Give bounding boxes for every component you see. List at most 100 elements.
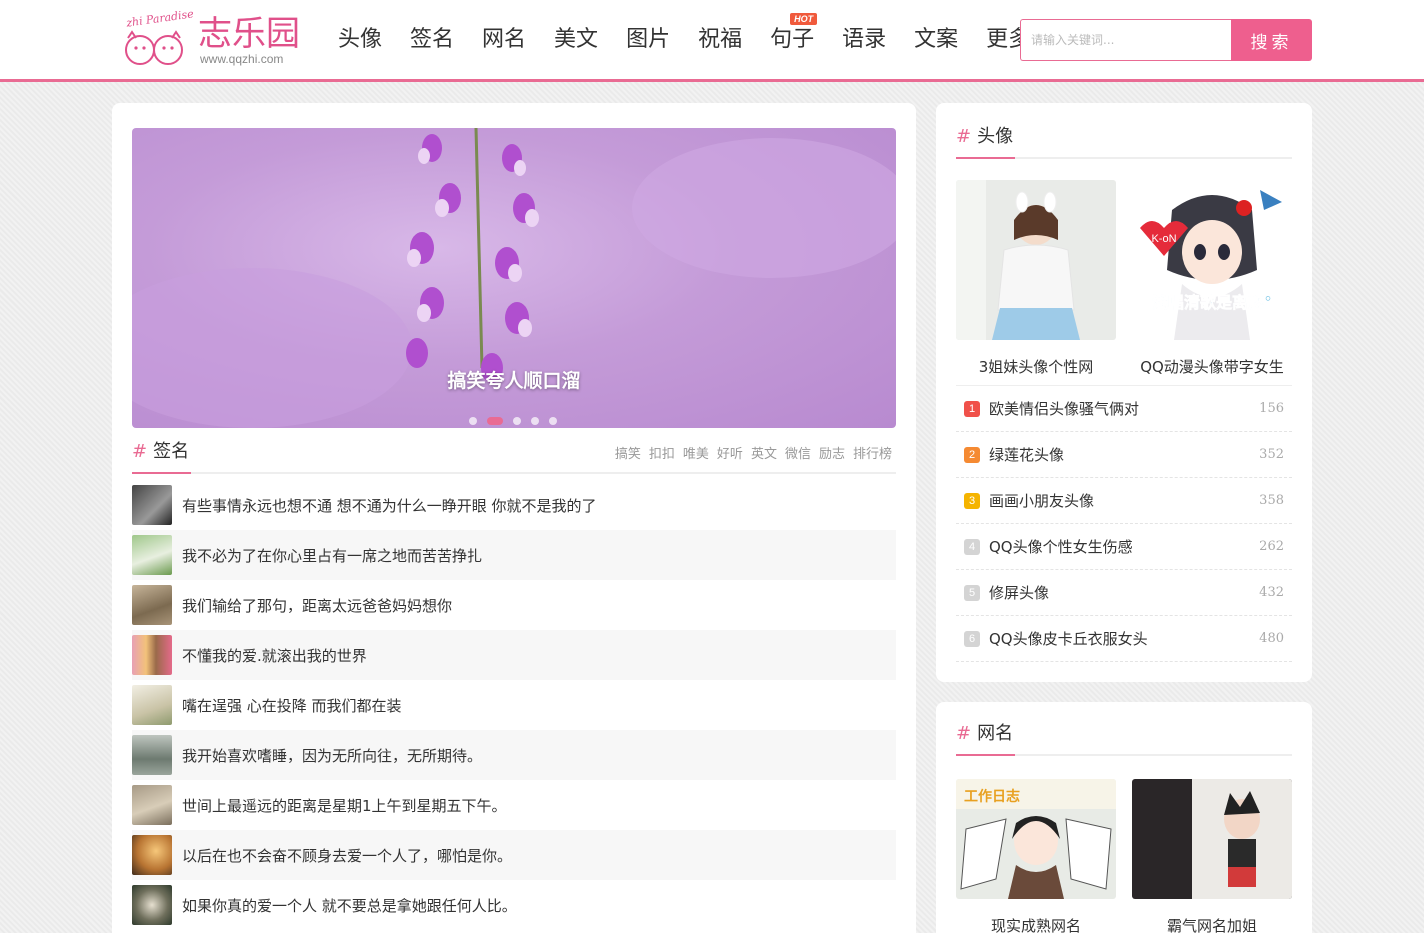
badge-text: K-oN (1151, 233, 1176, 245)
thumbnail (132, 635, 172, 675)
logo-english: zhi Paradise (125, 7, 195, 30)
list-item[interactable]: 3 画画小朋友头像 358 (956, 478, 1292, 524)
signature-text[interactable]: 嘴在逞强 心在投降 而我们都在装 (182, 695, 402, 716)
view-count: 156 (1259, 401, 1284, 416)
nav-item-quotes[interactable]: 语录 (834, 0, 894, 80)
card-label[interactable]: QQ动漫头像带字女生 (1122, 356, 1302, 377)
nav-item-pictures[interactable]: 图片 (618, 0, 678, 80)
section-title-wrap: # 网名 (956, 716, 1016, 756)
nav-item-signature[interactable]: 签名 (402, 0, 462, 80)
list-item[interactable]: 1 欧美情侣头像骚气俩对 156 (956, 386, 1292, 432)
nav-item-avatar[interactable]: 头像 (330, 0, 390, 80)
signature-text[interactable]: 我不必为了在你心里占有一席之地而苦苦挣扎 (182, 545, 482, 566)
card-label[interactable]: 霸气网名加姐 (1122, 915, 1302, 933)
list-item[interactable]: 有些事情永远也想不通 想不通为什么一睁开眼 你就不是我的了 (132, 480, 896, 530)
carousel-dot[interactable] (531, 417, 539, 425)
signature-text[interactable]: 不懂我的爱.就滚出我的世界 (182, 645, 367, 666)
section-title[interactable]: 头像 (977, 126, 1013, 147)
comic-image: 工作日志 (956, 779, 1116, 899)
list-item[interactable]: 我开始喜欢嗜睡，因为无所向往，无所期待。 (132, 730, 896, 780)
banner-carousel[interactable]: 搞笑夸人顺口溜 (132, 128, 896, 428)
tag-link[interactable]: 搞笑 (615, 443, 641, 462)
list-item[interactable]: 2 绿莲花头像 352 (956, 432, 1292, 478)
tag-link[interactable]: 扣扣 (649, 443, 675, 462)
tag-link[interactable]: 励志 (819, 443, 845, 462)
banner-caption[interactable]: 搞笑夸人顺口溜 (132, 366, 896, 393)
carousel-dot-active[interactable] (487, 417, 503, 425)
section-title-wrap: # 头像 (956, 119, 1016, 159)
search-button[interactable]: 搜索 (1231, 19, 1312, 61)
list-item[interactable]: 不懂我的爱.就滚出我的世界 (132, 630, 896, 680)
carousel-dots (469, 417, 567, 425)
nav-label: 网名 (482, 27, 527, 52)
rank-title[interactable]: 欧美情侣头像骚气俩对 (989, 398, 1259, 419)
nav-item-sentences[interactable]: HOT 句子 (762, 0, 822, 80)
signature-text[interactable]: 以后在也不会奋不顾身去爱一个人了，哪怕是你。 (182, 845, 512, 866)
signature-tags: 搞笑 扣扣 唯美 好听 英文 微信 励志 排行榜 (607, 443, 892, 462)
hash-icon: # (132, 441, 148, 462)
rank-title[interactable]: QQ头像个性女生伤感 (989, 536, 1259, 557)
rank-title[interactable]: 绿莲花头像 (989, 444, 1259, 465)
thumbnail (132, 685, 172, 725)
rank-title[interactable]: QQ头像皮卡丘衣服女头 (989, 628, 1259, 649)
signature-section-header: # 签名 搞笑 扣扣 唯美 好听 英文 微信 励志 排行榜 (132, 438, 896, 474)
nav-label: 文案 (914, 27, 959, 52)
hash-icon: # (956, 723, 972, 744)
rank-title[interactable]: 画画小朋友头像 (989, 490, 1259, 511)
tag-link[interactable]: 好听 (717, 443, 743, 462)
nav-item-blessing[interactable]: 祝福 (690, 0, 750, 80)
avatar-card[interactable]: K-oN 浅唱清歌是离愁° QQ动漫头像带字女生 (1132, 180, 1292, 377)
card-label[interactable]: 现实成熟网名 (946, 915, 1126, 933)
rank-badge: 1 (964, 400, 980, 417)
signature-text[interactable]: 我们输给了那句，距离太远爸爸妈妈想你 (182, 595, 452, 616)
tag-link[interactable]: 英文 (751, 443, 777, 462)
thumbnail (132, 835, 172, 875)
thumbnail (132, 785, 172, 825)
avatar-card[interactable]: 3姐妹头像个性网 (956, 180, 1116, 377)
nav-item-copywriting[interactable]: 文案 (906, 0, 966, 80)
list-item[interactable]: 世间上最遥远的距离是星期1上午到星期五下午。 (132, 780, 896, 830)
tag-link[interactable]: 唯美 (683, 443, 709, 462)
carousel-dot[interactable] (469, 417, 477, 425)
tag-link[interactable]: 微信 (785, 443, 811, 462)
carousel-dot[interactable] (549, 417, 557, 425)
search-input[interactable] (1020, 19, 1231, 61)
view-count: 352 (1259, 447, 1284, 462)
netname-card[interactable]: 霸气网名加姐 (1132, 779, 1292, 933)
list-item[interactable]: 嘴在逞强 心在投降 而我们都在装 (132, 680, 896, 730)
list-item[interactable]: 我们输给了那句，距离太远爸爸妈妈想你 (132, 580, 896, 630)
list-item[interactable]: 4 QQ头像个性女生伤感 262 (956, 524, 1292, 570)
netname-card[interactable]: 工作日志 现实成熟网名 (956, 779, 1116, 933)
thumbnail (132, 485, 172, 525)
site-header: zhi Paradise 志乐园 www.qqzhi.com 头像 签名 网名 … (0, 0, 1424, 82)
carousel-dot[interactable] (513, 417, 521, 425)
main-content: 搞笑夸人顺口溜 # 签名 搞笑 扣扣 唯美 好听 英文 微信 励志 排行榜 有些事… (112, 103, 916, 933)
list-item[interactable]: 如果你真的爱一个人 就不要总是拿她跟任何人比。 (132, 880, 896, 930)
list-item[interactable]: 5 修屏头像 432 (956, 570, 1292, 616)
list-item[interactable]: 6 QQ头像皮卡丘衣服女头 480 (956, 616, 1292, 662)
thumbnail (132, 735, 172, 775)
section-title-wrap: # 签名 (132, 438, 192, 474)
logo-url: www.qqzhi.com (200, 52, 284, 66)
signature-text[interactable]: 如果你真的爱一个人 就不要总是拿她跟任何人比。 (182, 895, 517, 916)
signature-text[interactable]: 有些事情永远也想不通 想不通为什么一睁开眼 你就不是我的了 (182, 495, 597, 516)
section-title[interactable]: 网名 (977, 723, 1013, 744)
nav-label: 图片 (626, 27, 671, 52)
section-title[interactable]: 签名 (153, 441, 189, 462)
signature-text[interactable]: 世间上最遥远的距离是星期1上午到星期五下午。 (182, 795, 507, 816)
list-item[interactable]: 以后在也不会奋不顾身去爱一个人了，哪怕是你。 (132, 830, 896, 880)
signature-list: 有些事情永远也想不通 想不通为什么一睁开眼 你就不是我的了 我不必为了在你心里占… (132, 480, 896, 930)
avatar-section-header: # 头像 (956, 119, 1292, 159)
nav-item-essay[interactable]: 美文 (546, 0, 606, 80)
astro-boy-image (1132, 779, 1292, 899)
site-logo[interactable]: zhi Paradise 志乐园 www.qqzhi.com (120, 7, 310, 70)
rank-badge: 4 (964, 538, 980, 555)
signature-text[interactable]: 我开始喜欢嗜睡，因为无所向往，无所期待。 (182, 745, 482, 766)
list-item[interactable]: 我不必为了在你心里占有一席之地而苦苦挣扎 (132, 530, 896, 580)
card-label[interactable]: 3姐妹头像个性网 (946, 356, 1126, 377)
rank-badge: 2 (964, 446, 980, 463)
rank-title[interactable]: 修屏头像 (989, 582, 1259, 603)
tag-link[interactable]: 排行榜 (853, 443, 892, 462)
nav-label: 祝福 (698, 27, 743, 52)
nav-item-netname[interactable]: 网名 (474, 0, 534, 80)
